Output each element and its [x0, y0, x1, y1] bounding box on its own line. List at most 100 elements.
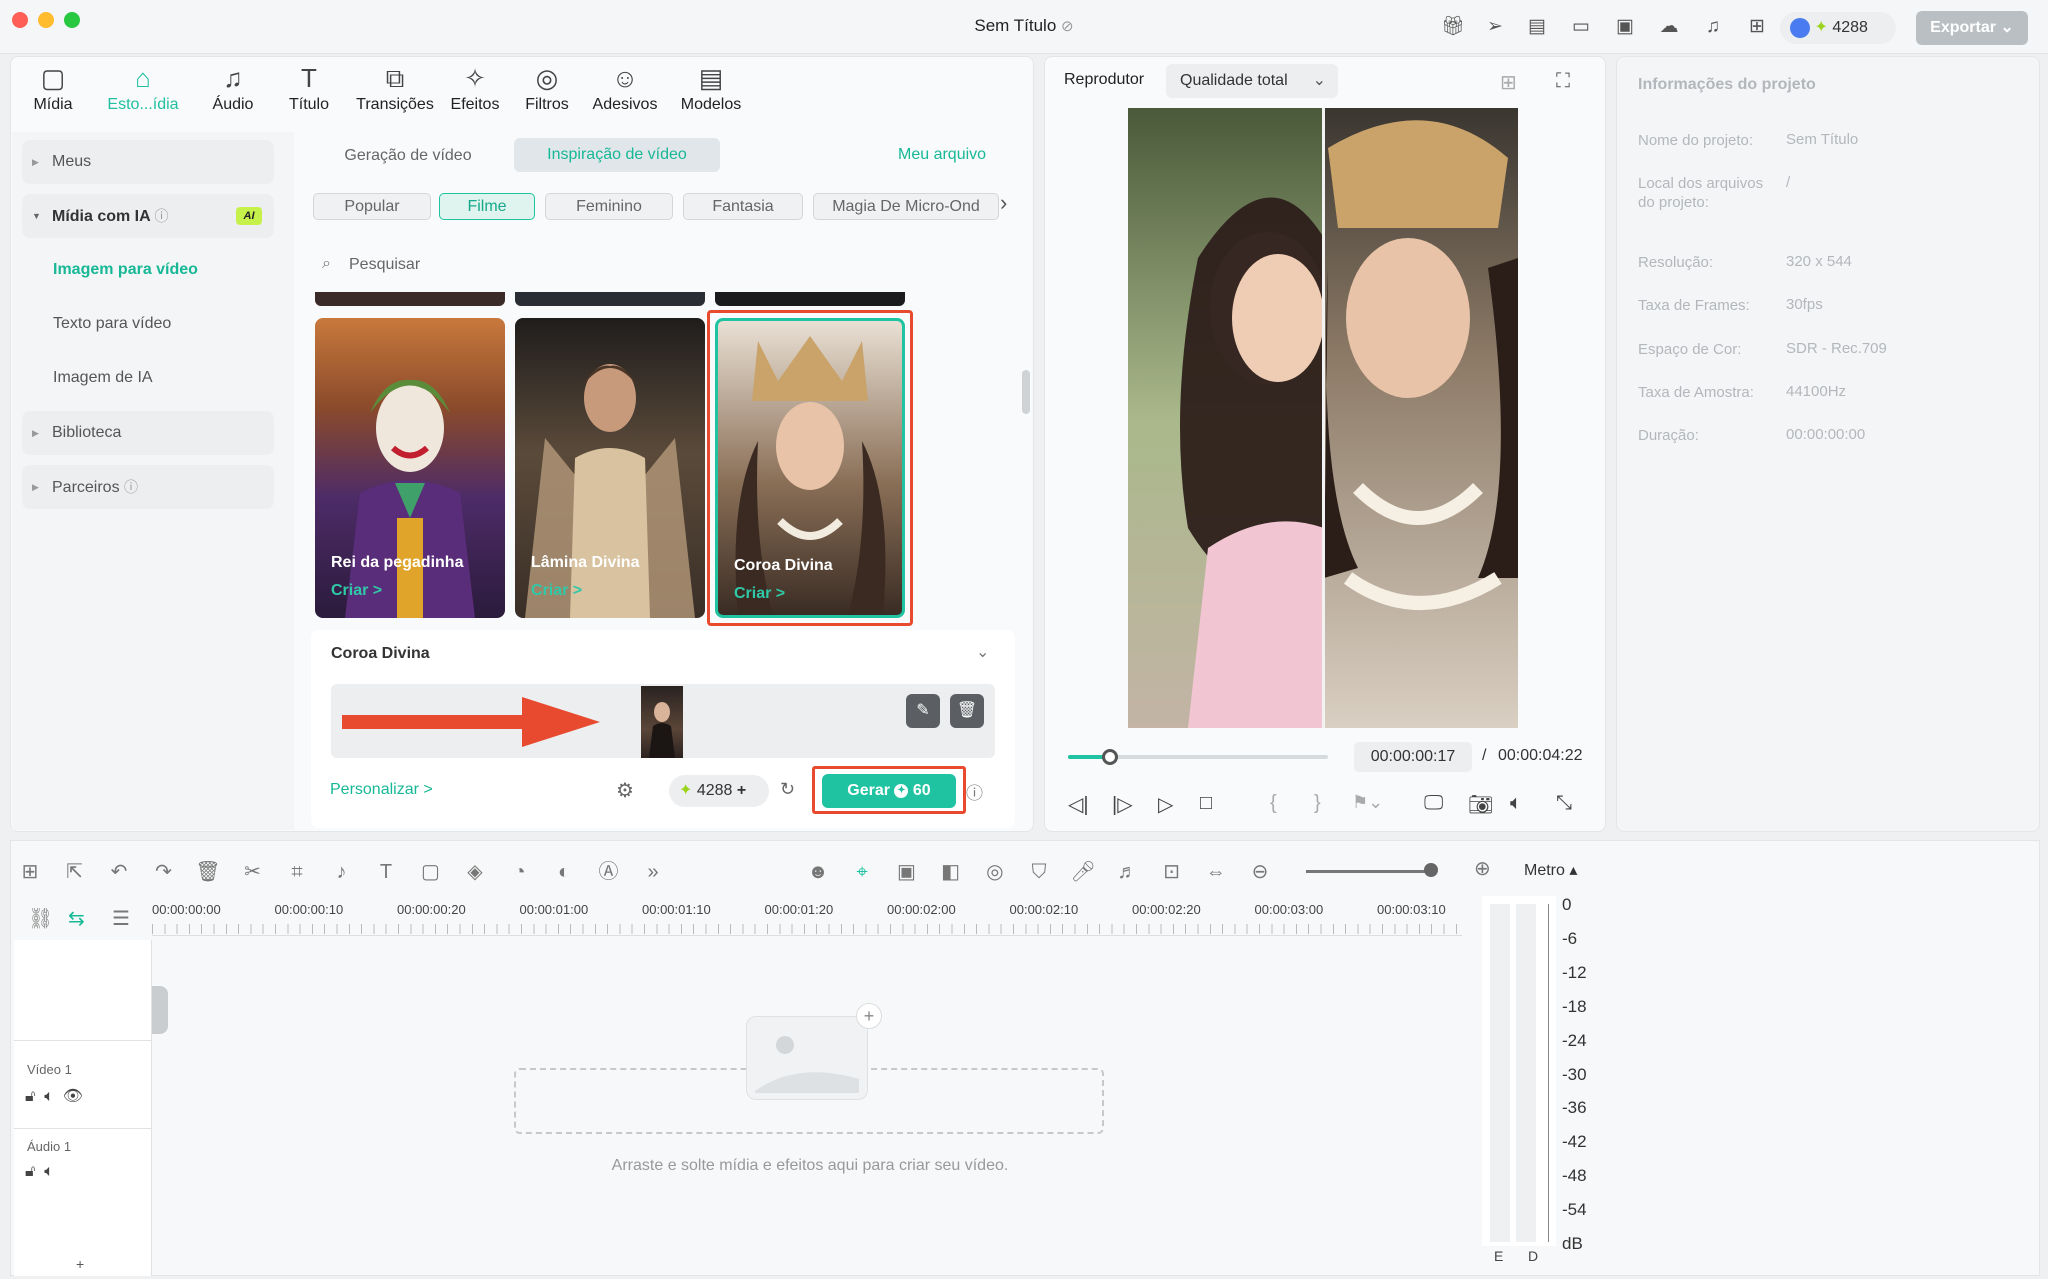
template-card-lamina[interactable]: Lâmina Divina Criar > — [515, 318, 705, 618]
unlink-icon[interactable]: ⛓ — [28, 906, 53, 931]
camera-snapshot-icon[interactable]: 📷︎ — [1468, 792, 1493, 817]
tab-geracao-de-video[interactable]: Geração de vídeo — [320, 140, 496, 172]
tab-stickers[interactable]: ☺ Adesivos — [582, 62, 668, 122]
stop-icon[interactable]: □ — [1200, 792, 1212, 815]
mic-icon[interactable]: 🎤︎ — [1067, 856, 1099, 888]
add-media-icon[interactable]: + — [856, 1003, 882, 1029]
mute-icon[interactable]: 🔈︎ — [44, 1088, 54, 1105]
ai-tool-icon[interactable]: Ⓐ — [593, 856, 625, 888]
my-file-link[interactable]: Meu arquivo — [898, 146, 986, 164]
clip-icon[interactable]: ◧ — [935, 856, 967, 888]
lock-icon[interactable]: 🔓︎ — [25, 1163, 35, 1180]
lock-icon[interactable]: 🔓︎ — [25, 1088, 35, 1105]
credits-pill[interactable]: ✦ 4288 — [1780, 12, 1896, 44]
tab-filters[interactable]: ◎ Filtros — [504, 62, 590, 122]
chip-filme[interactable]: Filme — [439, 193, 535, 220]
ai-mate-icon[interactable]: ☻ — [802, 856, 834, 888]
cloud-upload-icon[interactable]: ☁ — [1656, 14, 1682, 40]
chevron-right-icon[interactable]: › — [1000, 190, 1007, 216]
export-button[interactable]: Exportar ⌄ — [1916, 11, 2028, 45]
playhead-knob[interactable] — [1101, 749, 1118, 765]
grid-view-icon[interactable]: ⊞ — [1500, 70, 1517, 95]
preview-canvas[interactable] — [1128, 108, 1518, 728]
tab-media[interactable]: ▢ Mídia — [10, 62, 96, 122]
layout-icon[interactable]: ▭ — [1568, 14, 1594, 40]
sidebar-item-biblioteca[interactable]: ▶ Biblioteca — [22, 411, 274, 455]
thumbnail-partial[interactable] — [515, 292, 705, 306]
mark-in-icon[interactable]: { — [1270, 792, 1277, 815]
refresh-icon[interactable]: ↻ — [780, 779, 795, 800]
metro-toggle[interactable]: Metro ▴ — [1524, 860, 1577, 880]
link-icon[interactable]: ⇆ — [68, 906, 85, 931]
track-manage-icon[interactable]: ☰ — [112, 906, 130, 931]
customize-link[interactable]: Personalizar > — [330, 781, 433, 799]
template-card-coroa[interactable]: Coroa Divina Criar > — [715, 318, 905, 618]
save-icon[interactable]: ▣ — [1612, 14, 1638, 40]
collapse-chevron-icon[interactable]: ⌄ — [976, 642, 989, 662]
shape-icon[interactable]: ▢ — [415, 856, 447, 888]
chip-fantasia[interactable]: Fantasia — [683, 193, 803, 220]
chip-magia[interactable]: Magia De Micro-Ond — [813, 193, 999, 220]
sidebar-item-texto-para-video[interactable]: Texto para vídeo — [22, 302, 274, 346]
thumbnail-partial[interactable] — [315, 292, 505, 306]
mask-icon[interactable]: ◈ — [459, 856, 491, 888]
preview-icon[interactable]: ⊡ — [1156, 856, 1188, 888]
fullscreen-icon[interactable]: ⤡ — [1556, 792, 1572, 815]
chip-popular[interactable]: Popular — [313, 193, 431, 220]
display-icon[interactable]: 🖵︎ — [1424, 792, 1443, 815]
chip-feminino[interactable]: Feminino — [545, 193, 673, 220]
help-icon[interactable]: ⓘ — [124, 479, 138, 495]
search-input[interactable]: Pesquisar — [349, 256, 420, 274]
card-create-link[interactable]: Criar > — [531, 582, 582, 600]
text-icon[interactable]: T — [370, 856, 402, 888]
delete-image-button[interactable]: 🗑︎ — [950, 694, 984, 728]
feedback-icon[interactable]: ▤ — [1524, 14, 1550, 40]
select-icon[interactable]: ⇱ — [59, 856, 91, 888]
add-track-icon[interactable]: + — [76, 1256, 84, 1272]
tab-music[interactable]: ♫ Áudio — [190, 62, 276, 122]
mute-icon[interactable]: 🔈︎ — [44, 1163, 54, 1180]
tab-store[interactable]: ⌂ Esto...ídia — [100, 62, 186, 122]
cut-icon[interactable]: ✂ — [237, 856, 269, 888]
redo-icon[interactable]: ↷ — [148, 856, 180, 888]
headset-icon[interactable]: ♫ — [1700, 14, 1726, 40]
color-icon[interactable]: ◐ — [548, 856, 580, 888]
music-icon[interactable]: ♬ — [1111, 856, 1143, 888]
zoom-slider[interactable] — [1306, 870, 1426, 873]
avatar[interactable] — [1790, 17, 1810, 38]
thumbnail-partial[interactable] — [715, 292, 905, 306]
track-resize-handle[interactable] — [152, 986, 168, 1034]
marker-icon[interactable]: ⛉ — [1023, 856, 1055, 888]
credits-counter[interactable]: ✦ 4288 + — [669, 775, 769, 807]
stabilize-icon[interactable]: ◎ — [979, 856, 1011, 888]
zoom-in-icon[interactable]: ⊕ — [1474, 856, 1491, 881]
tab-inspiracao-de-video[interactable]: Inspiração de vídeo — [514, 138, 720, 172]
sidebar-item-midia-ia[interactable]: ▼ Mídia com IA ⓘ AI — [22, 194, 274, 238]
marker-icon[interactable]: ⚑⌄ — [1352, 792, 1383, 813]
apps-grid-icon[interactable]: ⊞ — [1744, 14, 1770, 40]
sidebar-item-parceiros[interactable]: ▶ Parceiros ⓘ — [22, 465, 274, 509]
play-icon[interactable]: ▷ — [1158, 792, 1173, 817]
zoom-out-icon[interactable]: ⊖ — [1244, 856, 1276, 888]
card-create-link[interactable]: Criar > — [331, 582, 382, 600]
send-icon[interactable]: ➢ — [1482, 14, 1508, 40]
gift-icon[interactable]: 🎁︎ — [1440, 14, 1466, 40]
tab-title[interactable]: T Título — [266, 62, 352, 122]
eye-icon[interactable]: 👁︎ — [63, 1088, 83, 1105]
delete-icon[interactable]: 🗑︎ — [192, 856, 224, 888]
sidebar-item-imagem-para-video[interactable]: Imagem para vídeo — [22, 248, 274, 292]
zoom-knob[interactable] — [1424, 863, 1438, 877]
grid-icon[interactable]: ⊞ — [14, 856, 46, 888]
snapshot-compare-icon[interactable]: ⛶ — [1556, 70, 1570, 93]
crop-icon[interactable]: ⌗ — [281, 856, 313, 888]
help-icon[interactable]: ⓘ — [966, 779, 983, 804]
speed-icon[interactable]: ◔ — [504, 856, 536, 888]
undo-icon[interactable]: ↶ — [103, 856, 135, 888]
edit-image-button[interactable]: ✎ — [906, 694, 940, 728]
quality-select[interactable]: Qualidade total ⌄ — [1166, 64, 1338, 98]
template-card-rei[interactable]: Rei da pegadinha Criar > — [315, 318, 505, 618]
generate-button[interactable]: Gerar ✦ 60 — [822, 774, 956, 808]
scrollbar-thumb[interactable] — [1022, 370, 1030, 414]
uploaded-image-thumbnail[interactable] — [641, 686, 683, 758]
tab-transition[interactable]: ⧉ Transições — [352, 62, 438, 122]
